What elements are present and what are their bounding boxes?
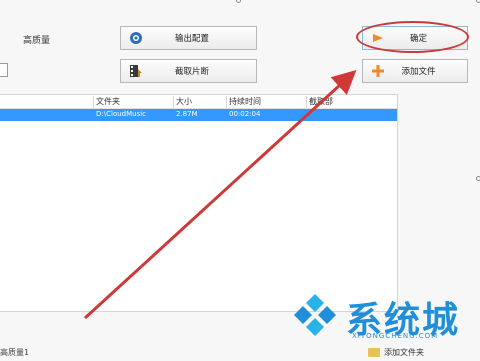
- windows-logo-icon: [290, 292, 340, 342]
- format-factory-dialog: 高质量 输出配置 截取片断 确定 添加文件 文件夹 大小 持续时间 截取部: [0, 0, 480, 361]
- watermark-domain: XITONGCHENG.COM: [352, 332, 439, 340]
